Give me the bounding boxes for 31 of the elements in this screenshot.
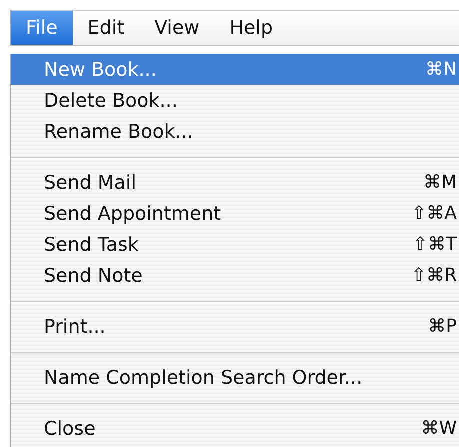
menu-item-label: Name Completion Search Order... xyxy=(44,366,363,388)
shortcut-label: ⇧⌘A xyxy=(412,203,457,224)
menu-item-label: Delete Book... xyxy=(44,90,178,112)
menu-item[interactable]: Delete Book... xyxy=(11,85,459,116)
shortcut-label: ⇧⌘T xyxy=(412,234,457,255)
menu-item-label: Rename Book... xyxy=(44,120,194,142)
menu-item[interactable]: Send Task ⇧⌘T xyxy=(11,229,459,260)
menu-item-label: Send Task xyxy=(44,234,139,256)
menu-title[interactable]: Help xyxy=(214,11,288,45)
menu-item-label: Send Appointment xyxy=(44,202,222,224)
menu-item[interactable]: Send Appointment ⇧⌘A xyxy=(11,198,459,229)
menu-item-label: Print... xyxy=(44,316,106,338)
menu-item-label: Send Note xyxy=(44,264,143,286)
menu-item-label: Close xyxy=(44,418,96,440)
menu-title[interactable]: Edit xyxy=(72,11,140,45)
shortcut-label: ⌘W xyxy=(421,418,457,439)
menu-title[interactable]: File xyxy=(11,11,73,45)
menu-item[interactable]: Name Completion Search Order... xyxy=(11,362,459,393)
menu-item-label: New Book... xyxy=(44,58,157,80)
menu-item[interactable]: Print... ⌘P xyxy=(11,311,459,342)
shortcut-label: ⌘P xyxy=(428,316,457,337)
menu-item[interactable]: Rename Book... xyxy=(11,116,459,147)
shortcut-label: ⇧⌘R xyxy=(411,265,457,286)
menu-item[interactable]: New Book... ⌘N xyxy=(11,54,459,85)
menu-item[interactable]: Send Note ⇧⌘R xyxy=(11,260,459,291)
shortcut-label: ⌘M xyxy=(423,172,457,193)
menu-title[interactable]: View xyxy=(140,11,215,45)
menu-item-label: Send Mail xyxy=(44,172,136,194)
menu-item[interactable]: Send Mail ⌘M xyxy=(11,167,459,198)
shortcut-label: ⌘N xyxy=(426,59,457,80)
menu-item[interactable]: Close ⌘W xyxy=(11,413,459,444)
